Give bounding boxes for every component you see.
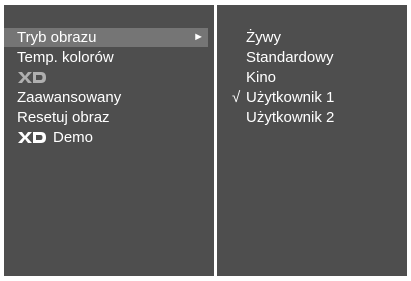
- menu-item-label: Tryb obrazu: [17, 29, 97, 46]
- menu-item-xd-demo[interactable]: Demo: [4, 128, 208, 147]
- picture-settings-osd: Tryb obrazu ► Temp. kolorów Zaawansowany…: [4, 5, 407, 276]
- submenu-option-user-2[interactable]: Użytkownik 2: [217, 108, 407, 127]
- option-label: Żywy: [246, 29, 281, 46]
- menu-item-reset-picture[interactable]: Resetuj obraz: [4, 108, 208, 127]
- xd-logo-icon: [17, 128, 47, 144]
- menu-item-xd[interactable]: [4, 68, 208, 87]
- menu-item-label: Demo: [53, 129, 94, 146]
- option-label: Użytkownik 1: [246, 89, 335, 106]
- menu-item-label: Zaawansowany: [17, 89, 122, 106]
- main-menu: Tryb obrazu ► Temp. kolorów Zaawansowany…: [4, 5, 214, 276]
- submenu-option-standard[interactable]: Standardowy: [217, 48, 407, 67]
- checkmark-icon: √: [232, 89, 241, 106]
- picture-mode-submenu: Żywy Standardowy Kino √ Użytkownik 1 Uży…: [217, 5, 407, 276]
- menu-item-label: Temp. kolorów: [17, 49, 114, 66]
- menu-item-color-temperature[interactable]: Temp. kolorów: [4, 48, 208, 67]
- menu-item-label: Resetuj obraz: [17, 109, 110, 126]
- submenu-option-vivid[interactable]: Żywy: [217, 28, 407, 47]
- xd-logo-icon: [17, 68, 47, 84]
- submenu-option-user-1[interactable]: √ Użytkownik 1: [217, 88, 407, 107]
- menu-item-picture-mode[interactable]: Tryb obrazu ►: [4, 28, 208, 47]
- menu-item-advanced[interactable]: Zaawansowany: [4, 88, 208, 107]
- option-label: Użytkownik 2: [246, 109, 335, 126]
- submenu-arrow-icon: ►: [193, 31, 204, 43]
- submenu-option-cinema[interactable]: Kino: [217, 68, 407, 87]
- option-label: Standardowy: [246, 49, 334, 66]
- option-label: Kino: [246, 69, 277, 86]
